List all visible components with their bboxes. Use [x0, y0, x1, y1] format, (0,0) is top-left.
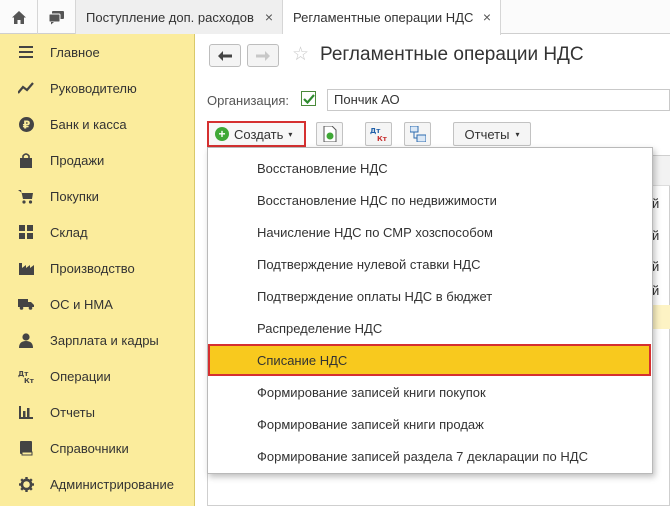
sidebar-item-purchases[interactable]: Покупки — [0, 178, 195, 214]
sidebar-item-salary[interactable]: Зарплата и кадры — [0, 322, 195, 358]
sidebar-item-label: Банк и касса — [50, 116, 127, 132]
tab-label: Регламентные операции НДС — [293, 10, 474, 25]
list-row-fragment: й — [652, 228, 660, 243]
back-button[interactable] — [209, 44, 241, 67]
document-icon — [323, 126, 336, 142]
list-row-fragment: й — [652, 196, 660, 211]
menu-item-vat-restore-realty[interactable]: Восстановление НДС по недвижимости — [208, 184, 652, 216]
menu-item-section7-records[interactable]: Формирование записей раздела 7 деклараци… — [208, 440, 652, 472]
svg-text:Кт: Кт — [377, 135, 388, 142]
tab-label: Поступление доп. расходов — [86, 9, 254, 25]
sidebar-item-main[interactable]: Главное — [0, 34, 195, 70]
sidebar-item-label: Зарплата и кадры — [50, 332, 159, 348]
menu-item-vat-restore[interactable]: Восстановление НДС — [208, 152, 652, 184]
forward-button[interactable] — [247, 44, 279, 67]
factory-icon — [18, 260, 34, 276]
checkmark-icon — [302, 93, 315, 104]
dt-kt-icon: ДтКт — [18, 368, 34, 384]
page-title: Регламентные операции НДС — [320, 44, 584, 65]
sidebar-item-fixed-assets[interactable]: ОС и НМА — [0, 286, 195, 322]
sidebar-item-reports[interactable]: Отчеты — [0, 394, 195, 430]
dt-kt-icon: ДтКт — [370, 127, 388, 142]
warehouse-grid-icon — [18, 224, 34, 240]
svg-text:Кт: Кт — [24, 377, 34, 383]
sidebar-item-label: Отчеты — [50, 404, 95, 420]
chat-icon — [48, 10, 64, 24]
structure-button[interactable] — [404, 122, 431, 146]
menu-item-purchase-book-records[interactable]: Формирование записей книги покупок — [208, 376, 652, 408]
chevron-down-icon: ▾ — [288, 129, 293, 139]
tab-bar: Поступление доп. расходов × Регламентные… — [0, 0, 670, 35]
sidebar-item-administration[interactable]: Администрирование — [0, 466, 195, 502]
person-icon — [18, 332, 34, 348]
menu-item-vat-payment-confirmation[interactable]: Подтверждение оплаты НДС в бюджет — [208, 280, 652, 312]
sidebar-item-operations[interactable]: Дт Кт Операции — [0, 358, 195, 394]
trend-icon — [18, 80, 34, 96]
sidebar-item-director[interactable]: Руководителю — [0, 70, 195, 106]
home-icon — [11, 10, 26, 24]
sidebar-item-label: Покупки — [50, 188, 99, 204]
tab-expenses[interactable]: Поступление доп. расходов × — [76, 0, 283, 34]
favorite-star-icon[interactable]: ☆ — [292, 44, 309, 66]
create-dropdown-menu: Восстановление НДС Восстановление НДС по… — [207, 147, 653, 474]
list-row-fragment: й — [652, 259, 660, 274]
arrow-right-icon — [256, 50, 270, 61]
document-green-button[interactable] — [316, 122, 343, 146]
svg-text:Дт: Дт — [370, 127, 381, 135]
sidebar-item-label: Операции — [50, 368, 111, 384]
menu-item-vat-accrual-construction[interactable]: Начисление НДС по СМР хозспособом — [208, 216, 652, 248]
menu-item-vat-write-off[interactable]: Списание НДС — [208, 344, 651, 376]
close-icon[interactable]: × — [483, 10, 491, 24]
sidebar-item-label: Руководителю — [50, 80, 137, 96]
sidebar-item-warehouse[interactable]: Склад — [0, 214, 195, 250]
truck-icon — [18, 296, 34, 312]
arrow-left-icon — [218, 50, 232, 61]
sidebar-item-label: Главное — [50, 44, 100, 60]
plus-icon: + — [215, 127, 229, 141]
menu-item-zero-rate-confirmation[interactable]: Подтверждение нулевой ставки НДС — [208, 248, 652, 280]
svg-text:₽: ₽ — [22, 118, 30, 131]
tab-vat-operations[interactable]: Регламентные операции НДС × — [283, 0, 501, 35]
menu-item-sales-book-records[interactable]: Формирование записей книги продаж — [208, 408, 652, 440]
create-button[interactable]: + Создать ▾ — [207, 121, 306, 147]
list-row-fragment: й — [652, 283, 660, 298]
gear-icon — [18, 476, 34, 492]
sidebar-item-label: ОС и НМА — [50, 296, 113, 312]
cart-icon — [18, 188, 34, 204]
menu-lines-icon — [18, 44, 34, 60]
sidebar-item-bank[interactable]: ₽ Банк и касса — [0, 106, 195, 142]
chevron-down-icon: ▾ — [515, 129, 520, 139]
organization-label: Организация: — [207, 93, 290, 108]
dt-kt-button[interactable]: Дт Кт — [365, 122, 392, 146]
messages-button[interactable] — [38, 0, 76, 34]
book-icon — [18, 440, 34, 456]
sidebar: Главное Руководителю ₽ Банк и касса Прод… — [0, 34, 195, 506]
organization-checkbox[interactable] — [301, 91, 316, 106]
reports-button[interactable]: Отчеты ▾ — [453, 122, 531, 146]
reports-button-label: Отчеты — [464, 126, 510, 142]
menu-item-vat-distribution[interactable]: Распределение НДС — [208, 312, 652, 344]
sidebar-item-catalogs[interactable]: Справочники — [0, 430, 195, 466]
ruble-coin-icon: ₽ — [18, 116, 34, 132]
sidebar-item-label: Склад — [50, 224, 88, 240]
close-icon[interactable]: × — [265, 10, 273, 24]
sidebar-item-production[interactable]: Производство — [0, 250, 195, 286]
shopping-bag-icon — [18, 152, 34, 168]
sidebar-item-label: Справочники — [50, 440, 129, 456]
create-button-label: Создать — [234, 126, 284, 142]
organization-field[interactable]: Пончик АО — [327, 89, 670, 111]
sidebar-item-label: Администрирование — [50, 476, 174, 492]
sidebar-item-label: Продажи — [50, 152, 105, 168]
sidebar-item-sales[interactable]: Продажи — [0, 142, 195, 178]
home-button[interactable] — [0, 0, 38, 34]
sidebar-item-label: Производство — [50, 260, 135, 276]
structure-icon — [409, 126, 426, 142]
bar-chart-icon — [18, 404, 34, 420]
